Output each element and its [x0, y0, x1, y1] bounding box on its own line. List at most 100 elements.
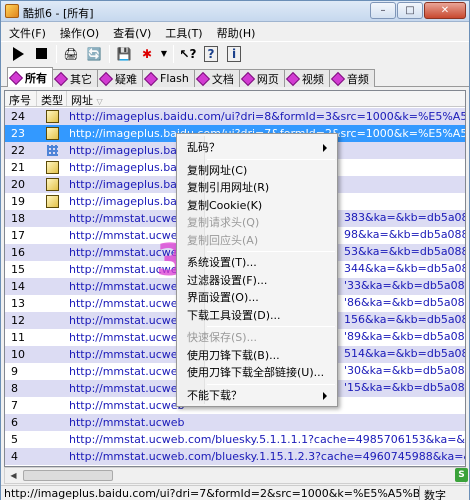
- row-number: 16: [11, 246, 25, 259]
- menu-separator: [207, 158, 335, 160]
- context-menu-item[interactable]: 过滤器设置(F)...: [187, 272, 333, 289]
- submenu-arrow-icon: [323, 391, 327, 400]
- start-button[interactable]: [7, 44, 29, 64]
- context-menu-item[interactable]: 不能下载？: [187, 387, 333, 404]
- save-button[interactable]: 💾: [113, 44, 135, 64]
- row-number: 11: [11, 331, 25, 344]
- row-number: 22: [11, 144, 25, 157]
- row-type: [37, 127, 67, 140]
- context-menu-item-label: 不能下载？: [187, 388, 242, 402]
- row-type: [37, 110, 67, 123]
- tray-s-icon: S: [455, 468, 468, 482]
- column-header-type[interactable]: 类型: [37, 91, 67, 107]
- table-row[interactable]: 5 http://mmstat.ucweb.com/bluesky.5.1.1.1…: [5, 431, 465, 448]
- row-number: 21: [11, 161, 25, 174]
- close-button[interactable]: ✕: [424, 2, 466, 19]
- category-tabs: 所有 其它 疑难 Flash 文档 网页 视频 音频: [1, 67, 469, 87]
- menu-operate[interactable]: 操作(O): [52, 22, 105, 40]
- toolbar-separator: [56, 44, 57, 63]
- pointer-help-icon: ↖?: [179, 46, 197, 61]
- tab-label: Flash: [160, 72, 189, 85]
- row-url-text: http://mmstat.ucweb: [69, 382, 185, 395]
- tab-audio[interactable]: 音频: [328, 69, 375, 87]
- context-menu-item[interactable]: 使用刀锋下载全部链接(U)...: [187, 364, 333, 381]
- tab-label: 所有: [25, 71, 47, 85]
- tab-difficult[interactable]: 疑难: [97, 69, 143, 87]
- context-menu-item[interactable]: 使用刀锋下载(B)...: [187, 347, 333, 364]
- submenu-arrow-icon: [323, 144, 327, 152]
- menu-tools[interactable]: 工具(T): [157, 22, 208, 40]
- horizontal-scrollbar[interactable]: ◀: [4, 467, 466, 484]
- row-url-text: http://imageplus.ba: [69, 195, 177, 208]
- column-header-url[interactable]: 网址 ▽: [67, 91, 465, 107]
- title-bar: 酷抓6 - [所有] – □ ✕: [1, 1, 469, 22]
- menu-file[interactable]: 文件(F): [1, 22, 52, 40]
- context-menu-item[interactable]: 界面设置(O)...: [187, 289, 333, 306]
- status-bar: http://imageplus.baidu.com/ui?dri=7&form…: [1, 485, 469, 500]
- tab-label: 网页: [256, 72, 279, 86]
- minimize-button[interactable]: –: [370, 2, 396, 19]
- context-menu-item-label: 使用刀锋下载全部链接(U)...: [187, 366, 325, 379]
- whats-this-button[interactable]: ↖?: [177, 44, 199, 64]
- capture-button[interactable]: 🖨: [60, 44, 82, 64]
- tab-flash[interactable]: Flash: [142, 69, 195, 87]
- row-url-text: http://mmstat.ucweb: [69, 229, 185, 242]
- clear-button[interactable]: ✱: [136, 44, 158, 64]
- row-number: 23: [11, 127, 25, 140]
- diamond-icon: [8, 70, 24, 85]
- context-menu-item[interactable]: 复制网址(C): [187, 162, 333, 179]
- tab-all[interactable]: 所有: [7, 67, 53, 87]
- info-button[interactable]: i: [223, 44, 245, 64]
- save-icon: 💾: [116, 46, 132, 61]
- stop-button[interactable]: [30, 44, 52, 64]
- table-row[interactable]: 4 http://mmstat.ucweb.com/bluesky.1.15.1.…: [5, 448, 465, 465]
- context-menu-item[interactable]: 复制引用网址(R): [187, 179, 333, 196]
- tab-label: 其它: [70, 72, 92, 86]
- column-header-number[interactable]: 序号: [5, 91, 37, 107]
- context-menu-item[interactable]: 下载工具设置(D)...: [187, 307, 333, 324]
- help-button[interactable]: ?: [200, 44, 222, 64]
- scrollbar-thumb[interactable]: [23, 470, 113, 481]
- context-menu-item-label: 快速保存(S)...: [187, 331, 258, 344]
- context-menu-item[interactable]: 系统设置(T)...: [187, 254, 333, 271]
- toolbar-separator: [173, 44, 174, 63]
- row-number: 24: [11, 110, 25, 123]
- menu-separator: [207, 251, 335, 252]
- row-url-tail: 344&ka=&kb=db5a08: [344, 262, 466, 275]
- window-title: 酷抓6 - [所有]: [23, 7, 94, 20]
- context-menu-item[interactable]: 复制Cookie(K): [187, 197, 333, 214]
- row-url-text: http://mmstat.ucweb: [69, 399, 185, 412]
- app-logo-icon: [5, 4, 19, 18]
- dropdown-button[interactable]: ▼: [159, 44, 169, 64]
- toolbar: 🖨 🔄 💾 ✱ ▼ ↖? ? i: [1, 41, 469, 65]
- row-number: 14: [11, 280, 25, 293]
- refresh-button[interactable]: 🔄: [83, 44, 105, 64]
- column-header-url-label: 网址: [71, 94, 93, 107]
- context-menu-item[interactable]: 乱码？: [187, 139, 333, 156]
- tab-video[interactable]: 视频: [283, 69, 330, 87]
- tab-label: 音频: [346, 72, 369, 86]
- tab-documents[interactable]: 文档: [193, 69, 240, 87]
- scroll-left-icon[interactable]: ◀: [6, 469, 21, 482]
- info-icon: i: [226, 45, 242, 62]
- picture-icon: [45, 161, 59, 174]
- table-row[interactable]: 24 http://imageplus.baidu.com/ui?dri=8&fo…: [5, 108, 465, 125]
- row-url-text: http://mmstat.ucweb: [69, 212, 185, 225]
- row-number: 18: [11, 212, 25, 225]
- tab-other[interactable]: 其它: [52, 69, 98, 87]
- status-mode: 数字: [419, 486, 469, 500]
- colorful-icon: 🔄: [86, 46, 102, 61]
- row-url-text: http://mmstat.ucweb: [69, 348, 185, 361]
- row-number: 4: [11, 450, 18, 463]
- tab-webpages[interactable]: 网页: [238, 69, 285, 87]
- row-url-tail: '30&ka=&kb=db5a088: [344, 364, 466, 377]
- row-url-text: http://mmstat.ucweb: [69, 280, 185, 293]
- context-menu-item-label: 界面设置(O)...: [187, 291, 259, 304]
- row-url-text: http://mmstat.ucweb: [69, 331, 185, 344]
- row-number: 10: [11, 348, 25, 361]
- maximize-button[interactable]: □: [397, 2, 423, 19]
- menu-view[interactable]: 查看(V): [105, 22, 157, 40]
- menu-help[interactable]: 帮助(H): [209, 22, 262, 40]
- table-row[interactable]: 6 http://mmstat.ucweb: [5, 414, 465, 431]
- context-menu-item: 快速保存(S)...: [187, 329, 333, 346]
